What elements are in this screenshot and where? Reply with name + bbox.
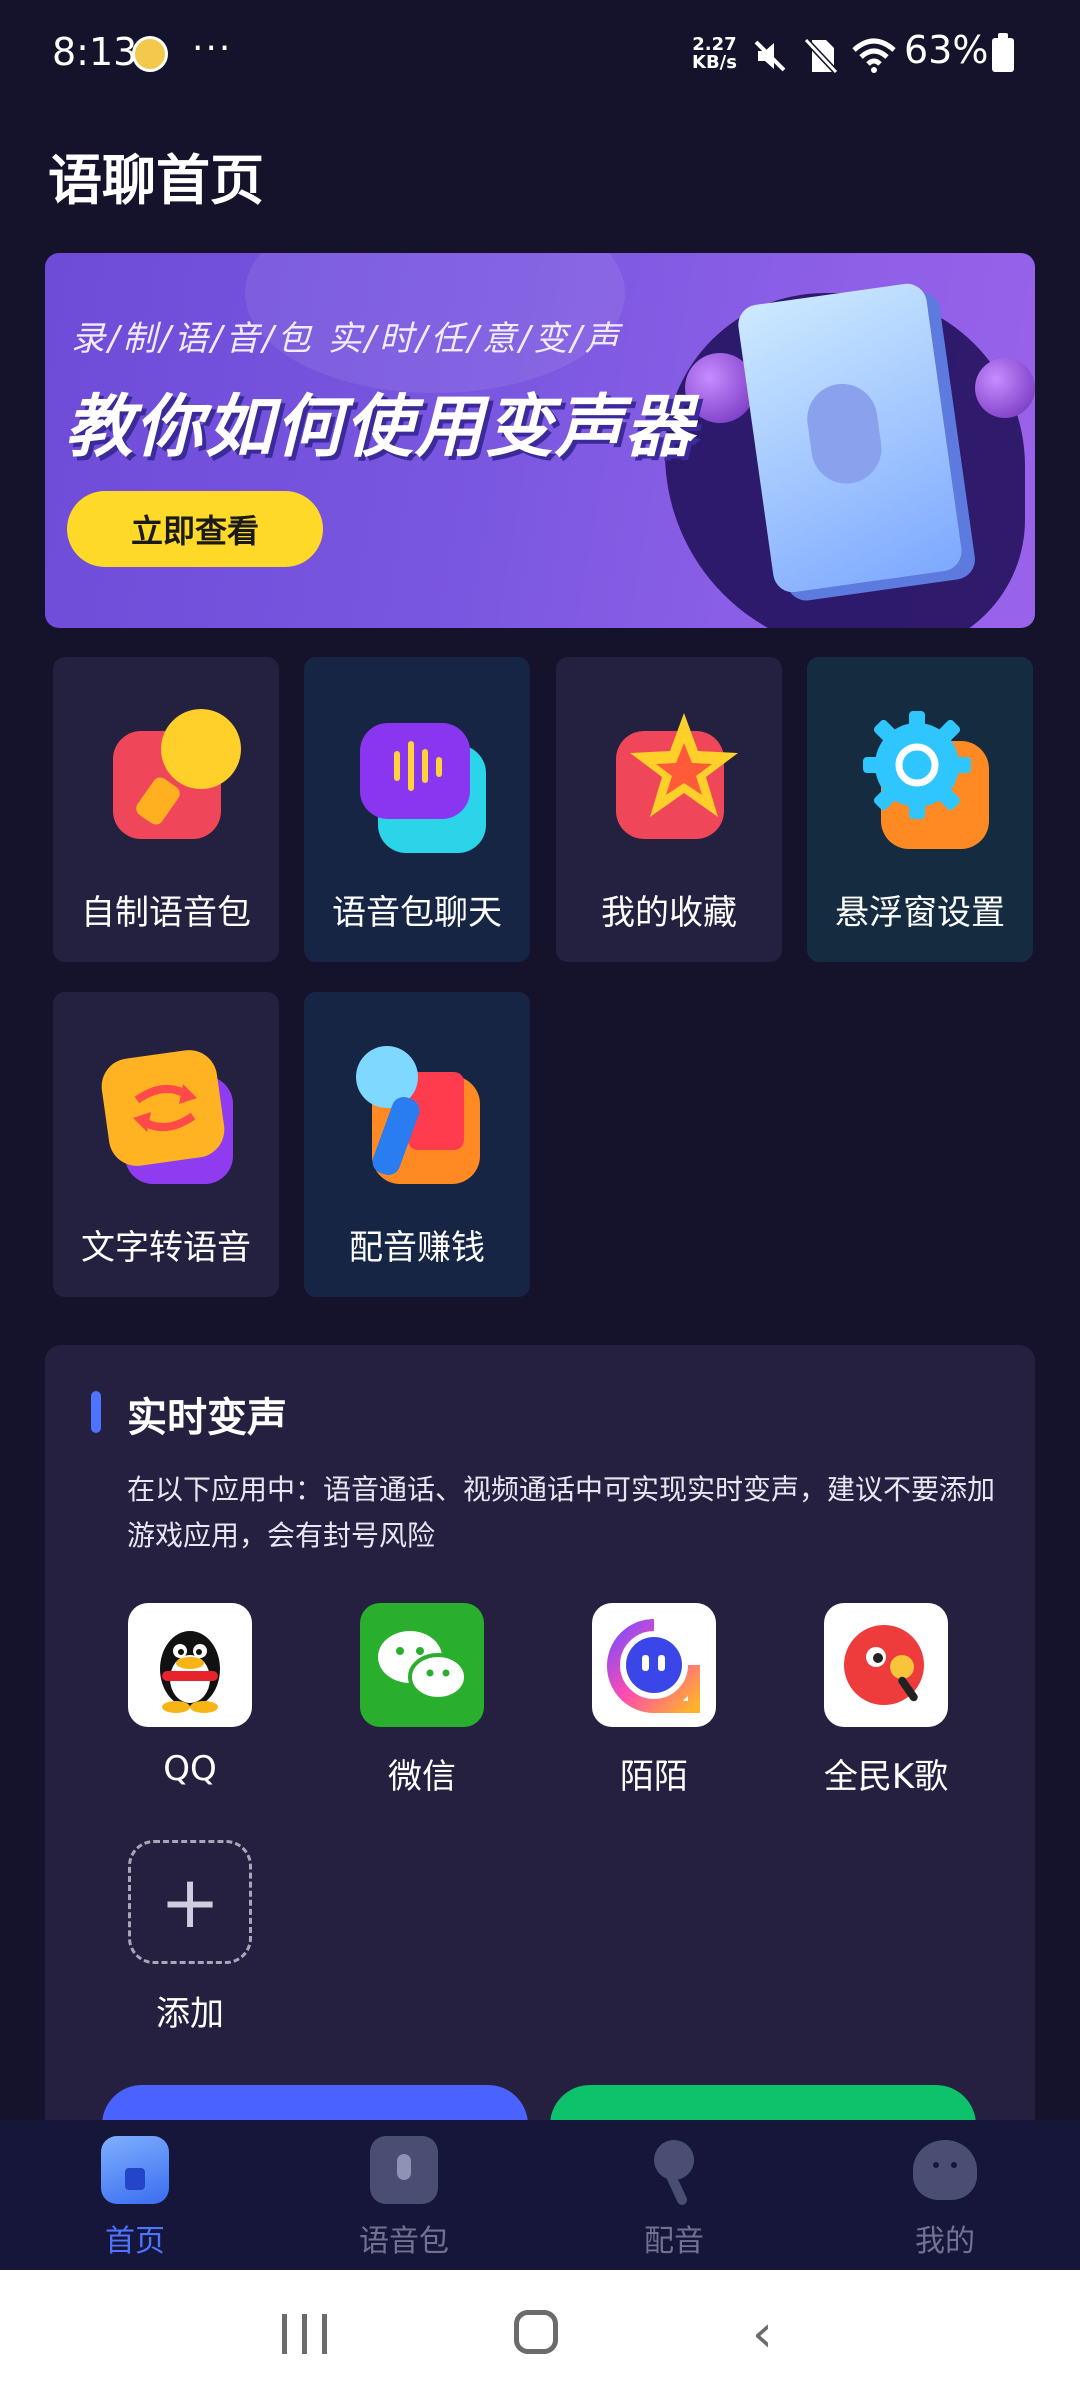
wifi-icon: [852, 38, 896, 73]
profile-icon: [911, 2136, 979, 2204]
notification-avatar-icon: [132, 36, 168, 72]
home-button[interactable]: [514, 2310, 558, 2354]
bottom-nav: 首页 语音包 配音 我的: [0, 2120, 1080, 2270]
battery-percent: 63%: [904, 28, 989, 72]
nav-label: 我的: [915, 2224, 975, 2259]
feature-label: 配音赚钱: [349, 1228, 485, 1268]
nav-label: 配音: [644, 2224, 704, 2259]
app-wechat[interactable]: 微信: [342, 1603, 502, 1798]
feature-voice-pack-chat[interactable]: 语音包聊天: [304, 657, 530, 962]
network-speed: 2.27 KB/s: [692, 36, 737, 72]
gear-icon: [845, 701, 995, 851]
section-accent-bar: [91, 1391, 101, 1433]
app-momo[interactable]: 陌陌: [574, 1603, 734, 1798]
feature-label: 文字转语音: [81, 1228, 251, 1268]
status-time: 8:13: [52, 30, 138, 74]
home-icon: [101, 2136, 169, 2204]
section-description: 在以下应用中：语音通话、视频通话中可实现实时变声，建议不要添加游戏应用，会有封号…: [127, 1473, 996, 1552]
add-app-button[interactable]: + 添加: [110, 1840, 270, 2035]
app-label: 陌陌: [620, 1757, 688, 1797]
page-title: 语聊首页: [48, 149, 264, 212]
app-label: 微信: [388, 1757, 456, 1797]
convert-icon: [91, 1036, 241, 1186]
app-label: 添加: [156, 1994, 224, 2034]
banner-headline: 教你如何使用变声器: [65, 388, 696, 467]
feature-label: 悬浮窗设置: [835, 893, 1005, 933]
voice-book-illustration: [735, 281, 965, 595]
feature-dubbing-earn-money[interactable]: 配音赚钱: [304, 992, 530, 1297]
megaphone-icon: [91, 701, 241, 851]
recent-apps-button[interactable]: [282, 2314, 328, 2354]
qq-icon: [128, 1603, 252, 1727]
app-label: 全民K歌: [823, 1757, 949, 1797]
app-qq[interactable]: QQ: [110, 1603, 270, 1789]
plus-icon: +: [128, 1840, 252, 1964]
planet-icon: [975, 358, 1035, 418]
feature-custom-voice-pack[interactable]: 自制语音包: [53, 657, 279, 962]
feature-label: 语音包聊天: [332, 893, 502, 933]
nav-dubbing[interactable]: 配音: [574, 2136, 774, 2260]
view-now-button[interactable]: 立即查看: [67, 491, 323, 567]
app-label: QQ: [163, 1749, 217, 1789]
nav-home[interactable]: 首页: [35, 2136, 235, 2260]
kge-icon: [824, 1603, 948, 1727]
promo-banner[interactable]: 录/制/语/音/包 实/时/任/意/变/声 教你如何使用变声器 立即查看: [45, 253, 1035, 628]
momo-icon: [592, 1603, 716, 1727]
battery-icon: [992, 33, 1014, 72]
more-notifications-icon: ···: [192, 28, 233, 69]
banner-subtitle: 录/制/语/音/包 实/时/任/意/变/声: [71, 319, 622, 359]
app-kge[interactable]: 全民K歌: [806, 1603, 966, 1798]
system-navigation-bar: ‹: [0, 2270, 1080, 2400]
network-speed-unit: KB/s: [692, 52, 737, 73]
nav-label: 语音包: [359, 2224, 449, 2259]
wechat-icon: [360, 1603, 484, 1727]
voice-chat-icon: [342, 701, 492, 853]
microphone-icon: [802, 379, 886, 489]
mic-redpacket-icon: [342, 1036, 492, 1186]
feature-my-favorites[interactable]: 我的收藏: [556, 657, 782, 962]
section-title: 实时变声: [127, 1395, 287, 1441]
feature-text-to-speech[interactable]: 文字转语音: [53, 992, 279, 1297]
no-sim-icon: [804, 38, 838, 74]
feature-label: 我的收藏: [601, 893, 737, 933]
voice-pack-icon: [370, 2136, 438, 2204]
back-button[interactable]: ‹: [752, 2308, 773, 2360]
mute-icon: [754, 40, 786, 72]
nav-voice-pack[interactable]: 语音包: [304, 2136, 504, 2260]
nav-label: 首页: [105, 2224, 165, 2259]
feature-floating-window-settings[interactable]: 悬浮窗设置: [807, 657, 1033, 962]
status-bar: 8:13 ··· 2.27 KB/s 63%: [0, 0, 1080, 110]
microphone-icon: [640, 2136, 708, 2207]
realtime-voice-change-section: 实时变声 在以下应用中：语音通话、视频通话中可实现实时变声，建议不要添加游戏应用…: [45, 1345, 1035, 2165]
nav-mine[interactable]: 我的: [845, 2136, 1045, 2260]
feature-label: 自制语音包: [81, 893, 251, 933]
star-icon: [594, 701, 744, 851]
